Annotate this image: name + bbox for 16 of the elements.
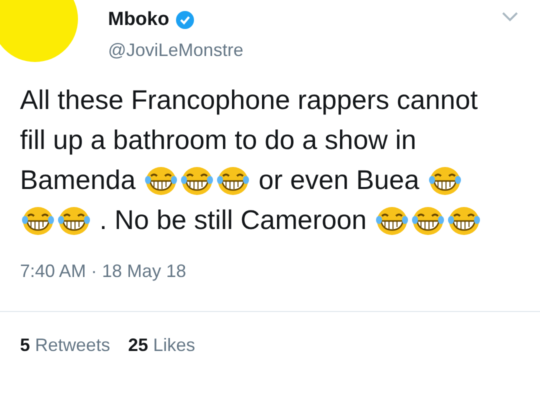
author-handle: @JoviLeMonstre (108, 38, 244, 62)
tweet-text: All these Francophone rappers cannot fill up a bathroom to do a show in Bamenda or even Buea . No be still Cameroon (20, 80, 490, 240)
stat-link[interactable]: 25 Likes (128, 332, 196, 358)
tweet-timestamp: 7:40 AM · 18 May 18 (20, 260, 186, 283)
author-name: Mboko (108, 8, 170, 32)
laughing-emoji-icon (180, 166, 214, 196)
laughing-emoji-icon (57, 206, 91, 236)
laughing-emoji-icon (21, 206, 55, 236)
stat-link[interactable]: 5 Retweets (20, 332, 110, 358)
laughing-emoji-icon (216, 166, 250, 196)
laughing-emoji-icon (144, 166, 178, 196)
chevron-down-icon[interactable] (502, 12, 518, 22)
laughing-emoji-icon (411, 206, 446, 236)
laughing-emoji-icon (375, 206, 410, 236)
laughing-emoji-icon (447, 206, 482, 236)
laughing-emoji-icon (428, 166, 462, 196)
